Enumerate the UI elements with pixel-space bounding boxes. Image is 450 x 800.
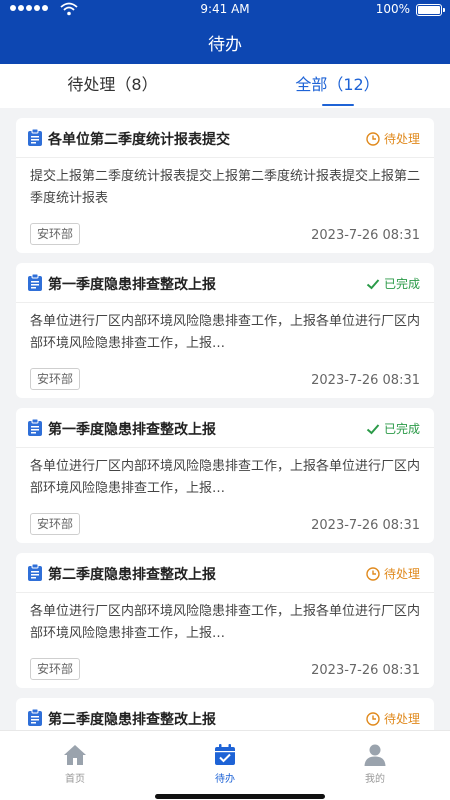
clipboard-icon [28,709,42,726]
dept-tag: 安环部 [30,223,81,245]
task-date: 2023-7-26 08:31 [311,373,420,388]
task-content: 各单位进行厂区内部环境风险隐患排查工作，上报各单位进行厂区内部环境风险隐患排查工… [30,604,420,641]
clipboard-icon [28,564,42,581]
status-label: 已完成 [383,422,420,436]
home-icon [64,745,86,765]
status-badge: 待处理 [366,565,420,582]
nav-label: 待办 [215,774,235,785]
task-title: 第二季度隐患排查整改上报 [48,712,216,728]
battery-percent: 100% [375,2,410,16]
nav-home[interactable]: 首页 [0,731,150,800]
top-bar: 9:41 AM 100% 待办 [0,0,450,64]
nav-todo[interactable]: 待办 [150,731,300,800]
task-card[interactable]: 第一季度隐患排查整改上报 已完成 各单位进行厂区内部环境风险隐患排查工作，上报各… [16,263,434,398]
task-content: 各单位进行厂区内部环境风险隐患排查工作，上报各单位进行厂区内部环境风险隐患排查工… [30,459,420,496]
clock-icon [366,711,380,726]
person-icon [364,744,386,766]
status-badge: 已完成 [366,275,420,292]
clipboard-icon [28,419,42,436]
tab-pending[interactable]: 待处理（8） [0,64,225,108]
page-title: 待办 [208,35,242,55]
calendar-check-icon [215,744,235,765]
task-date: 2023-7-26 08:31 [311,663,420,678]
task-title: 各单位第二季度统计报表提交 [48,132,230,148]
dept-tag: 安环部 [30,368,81,390]
card-header: 第二季度隐患排查整改上报 待处理 [16,553,434,593]
clock-icon [366,131,380,146]
home-indicator [155,794,325,799]
bottom-nav: 首页 待办 我的 [0,730,450,800]
nav-label: 我的 [365,774,385,785]
checkmark-icon [366,278,380,289]
status-label: 已完成 [383,277,420,291]
task-title: 第二季度隐患排查整改上报 [48,567,216,583]
task-card[interactable]: 各单位第二季度统计报表提交 待处理 提交上报第二季度统计报表提交上报第二季度统计… [16,118,434,253]
nav-label: 首页 [65,774,85,785]
status-badge: 待处理 [366,130,420,147]
task-content: 各单位进行厂区内部环境风险隐患排查工作，上报各单位进行厂区内部环境风险隐患排查工… [30,314,420,351]
status-label: 待处理 [383,567,420,581]
task-list[interactable]: 各单位第二季度统计报表提交 待处理 提交上报第二季度统计报表提交上报第二季度统计… [0,108,450,730]
checkmark-icon [366,423,380,434]
status-badge: 待处理 [366,710,420,727]
status-label: 待处理 [383,132,420,146]
clipboard-icon [28,274,42,291]
clipboard-icon [28,129,42,146]
tab-all[interactable]: 全部（12） [225,64,450,108]
dept-tag: 安环部 [30,658,81,680]
card-header: 第一季度隐患排查整改上报 已完成 [16,408,434,448]
dept-tag: 安环部 [30,513,81,535]
status-bar: 9:41 AM 100% [0,0,450,20]
task-title: 第一季度隐患排查整改上报 [48,422,216,438]
card-header: 第一季度隐患排查整改上报 已完成 [16,263,434,303]
task-card[interactable]: 第二季度隐患排查整改上报 待处理 各单位进行厂区内部环境风险隐患排查工作，上报各… [16,553,434,688]
card-header: 第二季度隐患排查整改上报 待处理 [16,698,434,730]
battery-icon [416,4,445,16]
task-content: 提交上报第二季度统计报表提交上报第二季度统计报表提交上报第二季度统计报表 [30,169,420,206]
status-badge: 已完成 [366,420,420,437]
tab-bar: 待处理（8） 全部（12） [0,64,450,108]
nav-mine[interactable]: 我的 [300,731,450,800]
task-date: 2023-7-26 08:31 [311,518,420,533]
status-label: 待处理 [383,712,420,726]
task-card[interactable]: 第二季度隐患排查整改上报 待处理 [16,698,434,730]
card-header: 各单位第二季度统计报表提交 待处理 [16,118,434,158]
clock-icon [366,566,380,581]
task-title: 第一季度隐患排查整改上报 [48,277,216,293]
task-card[interactable]: 第一季度隐患排查整改上报 已完成 各单位进行厂区内部环境风险隐患排查工作，上报各… [16,408,434,543]
task-date: 2023-7-26 08:31 [311,228,420,243]
